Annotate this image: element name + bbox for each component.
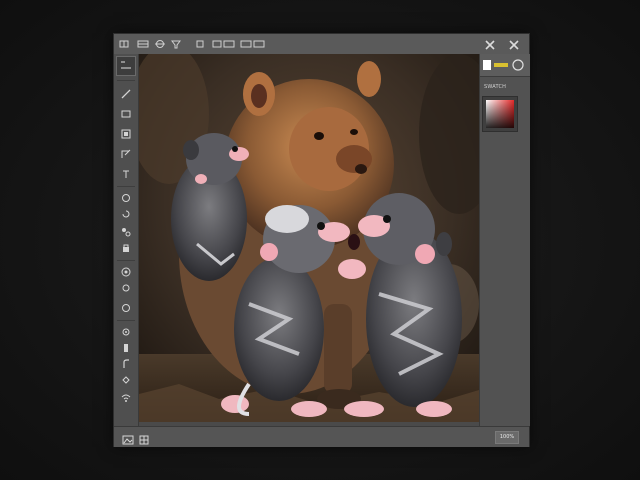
wifi-tool-icon[interactable] (117, 390, 135, 406)
workspace-icon[interactable] (240, 38, 266, 50)
color-picker[interactable] (482, 96, 518, 132)
top-toolbar (114, 34, 529, 55)
color-gradient[interactable] (486, 100, 514, 128)
close-window-icon[interactable] (507, 37, 521, 51)
left-toolbar (114, 54, 139, 426)
right-panel: SWATCH (479, 54, 530, 426)
adjust-icon[interactable] (154, 38, 166, 50)
brush-tool-icon[interactable] (117, 86, 135, 102)
ellipse-tool-icon[interactable] (117, 300, 135, 316)
bottom-toolbar: 100% (114, 426, 529, 447)
panel-tabs (480, 54, 530, 77)
swatch-title: SWATCH (484, 84, 507, 90)
transform-tool-icon[interactable] (117, 146, 135, 162)
clone-tool-icon[interactable] (117, 190, 135, 206)
selection-tool-icon[interactable] (116, 56, 136, 76)
image-icon[interactable] (122, 431, 134, 450)
layers-icon[interactable] (136, 38, 150, 50)
fill-tool-icon[interactable] (117, 372, 135, 388)
node-tool-icon[interactable] (117, 224, 135, 240)
zoom-level[interactable]: 100% (495, 431, 519, 444)
grid-icon[interactable] (138, 431, 150, 450)
gear-tool-icon[interactable] (117, 324, 135, 340)
view-icon[interactable] (194, 38, 206, 50)
close-icon[interactable] (483, 37, 497, 51)
circle-select-icon[interactable] (117, 264, 135, 280)
editor-window: SWATCH 100% (113, 33, 530, 447)
layers-tool-icon[interactable] (117, 106, 135, 122)
text-tool-icon[interactable] (117, 166, 135, 182)
brush-preview-icon[interactable] (494, 63, 508, 67)
white-swatch-icon[interactable] (483, 60, 491, 70)
circle-tool-icon[interactable] (512, 59, 524, 71)
filter-icon[interactable] (170, 38, 182, 50)
hook-tool-icon[interactable] (117, 356, 135, 372)
home-icon[interactable] (118, 38, 130, 50)
history-tool-icon[interactable] (117, 206, 135, 222)
photo-image (139, 54, 479, 422)
image-canvas[interactable] (139, 54, 479, 422)
panels-icon[interactable] (212, 38, 236, 50)
lock-tool-icon[interactable] (117, 240, 135, 256)
crop-tool-icon[interactable] (117, 126, 135, 142)
pen-tool-icon[interactable] (117, 340, 135, 356)
dot-tool-icon[interactable] (117, 280, 135, 296)
